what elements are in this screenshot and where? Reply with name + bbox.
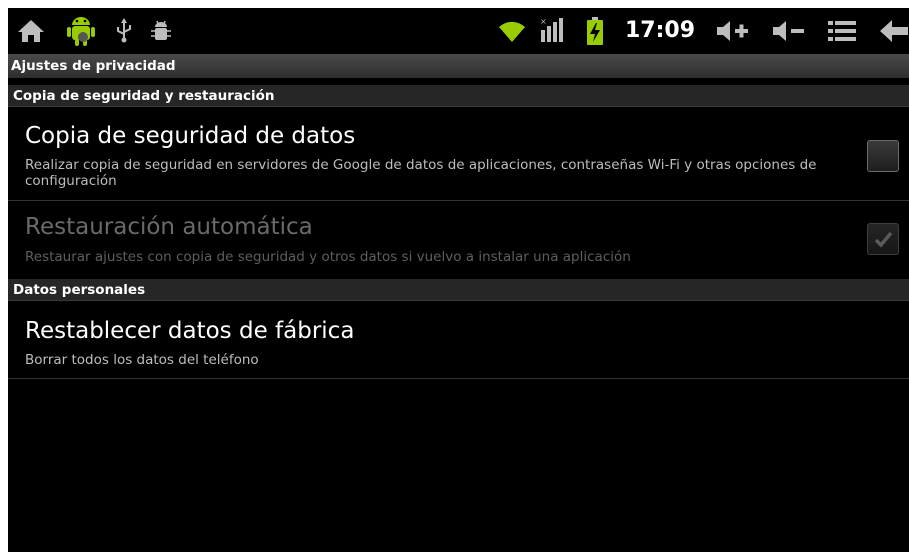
debug-bug-icon <box>148 8 174 54</box>
pref-title: Restablecer datos de fábrica <box>25 318 355 344</box>
back-icon[interactable] <box>877 8 909 54</box>
svg-text:×: × <box>540 17 547 26</box>
android-robot-icon <box>64 8 98 54</box>
pref-auto-restore[interactable]: Restauración automática Restaurar ajuste… <box>8 201 909 273</box>
section-header-personal-data: Datos personales <box>8 279 909 301</box>
screen-title: Ajustes de privacidad <box>8 54 909 78</box>
pref-summary: Borrar todos los datos del teléfono <box>25 352 259 368</box>
pref-summary: Restaurar ajustes con copia de seguridad… <box>25 249 631 265</box>
pref-backup-data[interactable]: Copia de seguridad de datos Realizar cop… <box>8 108 909 200</box>
pref-title: Restauración automática <box>25 214 313 240</box>
wifi-icon <box>495 8 529 54</box>
status-bar: × 17:09 <box>8 8 909 54</box>
signal-icon: × <box>537 8 567 54</box>
volume-down-icon[interactable] <box>769 8 809 54</box>
battery-charging-icon <box>583 8 607 54</box>
pref-title: Copia de seguridad de datos <box>25 123 356 149</box>
section-header-backup: Copia de seguridad y restauración <box>8 85 909 107</box>
backup-data-checkbox[interactable] <box>867 140 899 172</box>
volume-up-icon[interactable] <box>713 8 753 54</box>
divider <box>8 378 909 379</box>
auto-restore-checkbox[interactable] <box>867 223 899 255</box>
android-screen: × 17:09 Ajustes de privacidad Copia de s… <box>8 8 909 552</box>
pref-factory-reset[interactable]: Restablecer datos de fábrica Borrar todo… <box>8 302 909 378</box>
home-icon[interactable] <box>14 8 48 54</box>
checkmark-icon <box>874 231 893 248</box>
usb-icon <box>112 8 136 54</box>
menu-icon[interactable] <box>825 8 859 54</box>
pref-summary: Realizar copia de seguridad en servidore… <box>25 157 817 189</box>
clock: 17:09 <box>625 18 696 43</box>
